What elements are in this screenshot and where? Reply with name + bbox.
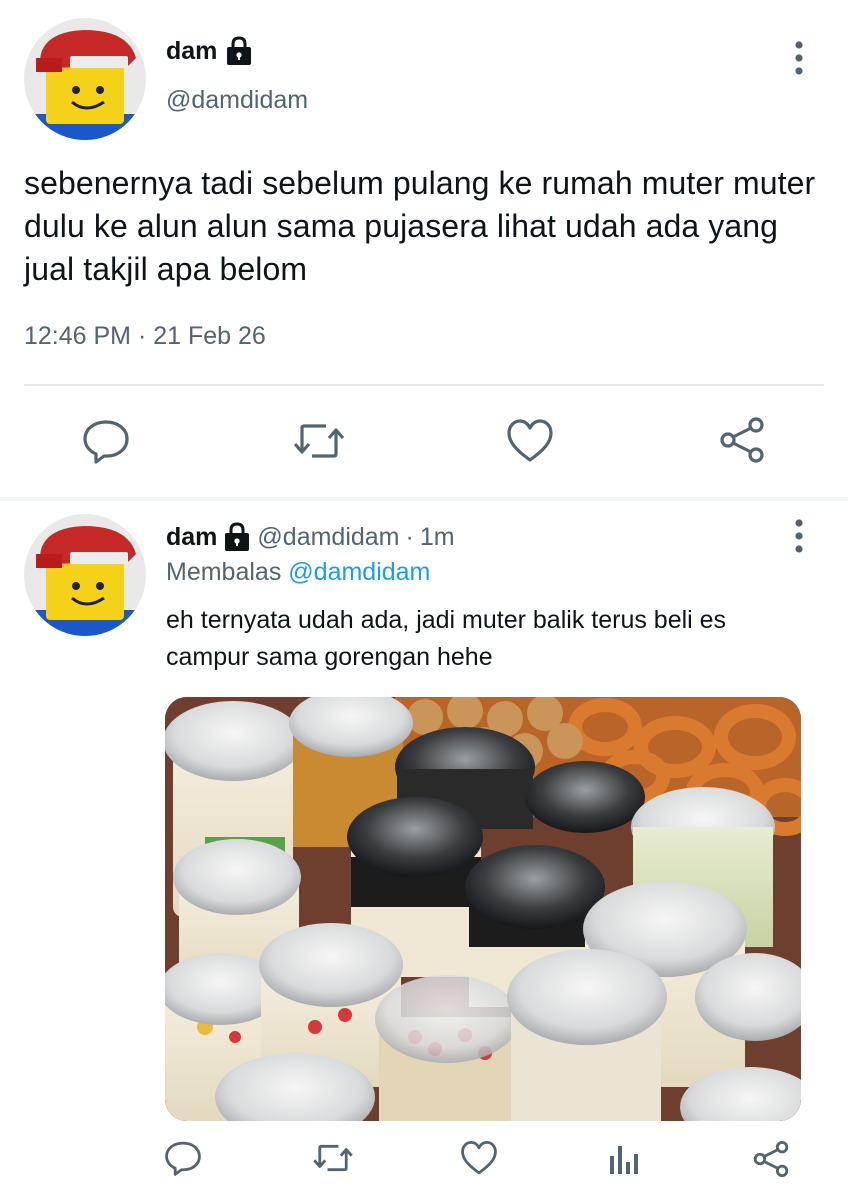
replying-to-link[interactable]: @damdidam — [288, 558, 430, 586]
section-separator — [0, 497, 848, 501]
avatar-image — [24, 514, 146, 636]
retweet-icon — [293, 424, 345, 458]
lock-icon — [225, 36, 253, 66]
meta-separator: · — [137, 322, 147, 350]
more-options-icon[interactable] — [794, 518, 804, 554]
heart-icon — [507, 419, 553, 462]
reply-button[interactable] — [164, 1140, 202, 1176]
retweet-icon — [313, 1144, 353, 1172]
tweet-date: 21 Feb 26 — [153, 322, 266, 350]
reply-handle[interactable]: @damdidam — [257, 523, 399, 552]
reply-header: dam @damdidam · 1m — [166, 522, 455, 552]
views-button[interactable] — [608, 1142, 640, 1176]
reply-icon — [83, 420, 129, 464]
main-action-bar — [0, 414, 848, 470]
share-button[interactable] — [752, 1140, 790, 1178]
display-name-row[interactable]: dam — [166, 36, 253, 66]
reply-time[interactable]: 1m — [420, 523, 455, 552]
reply-action-bar — [0, 1138, 848, 1182]
tweet-timestamp[interactable]: 12:46 PM · 21 Feb 26 — [24, 322, 266, 351]
retweet-button[interactable] — [292, 418, 346, 464]
tweet-time: 12:46 PM — [24, 322, 132, 350]
retweet-button[interactable] — [312, 1140, 354, 1176]
share-icon — [720, 417, 764, 463]
food-photo — [165, 697, 801, 1121]
tweet-text: sebenernya tadi sebelum pulang ke rumah … — [24, 165, 816, 287]
reply-button[interactable] — [82, 418, 130, 464]
display-name[interactable]: dam — [166, 37, 217, 66]
handle[interactable]: @damdidam — [166, 86, 308, 115]
replying-to: Membalas @damdidam — [166, 558, 430, 587]
meta-separator: · — [405, 522, 414, 551]
lock-icon — [223, 522, 251, 552]
analytics-icon — [610, 1146, 638, 1174]
avatar[interactable] — [24, 18, 146, 140]
more-options-icon[interactable] — [794, 40, 804, 76]
share-button[interactable] — [718, 416, 766, 464]
like-button[interactable] — [506, 418, 554, 464]
main-tweet: dam @damdidam sebenernya tadi sebelum pu… — [0, 0, 848, 500]
reply-tweet-text: eh ternyata udah ada, jadi muter balik t… — [166, 606, 727, 671]
reply-icon — [165, 1141, 201, 1176]
reply-avatar[interactable] — [24, 514, 146, 636]
like-button[interactable] — [460, 1140, 498, 1176]
heart-icon — [461, 1140, 497, 1175]
divider — [24, 384, 824, 386]
reply-display-name[interactable]: dam — [166, 523, 217, 552]
share-icon — [753, 1140, 789, 1178]
avatar-image — [24, 18, 146, 140]
replying-prefix: Membalas — [166, 558, 282, 586]
tweet-media-image[interactable] — [165, 697, 801, 1121]
